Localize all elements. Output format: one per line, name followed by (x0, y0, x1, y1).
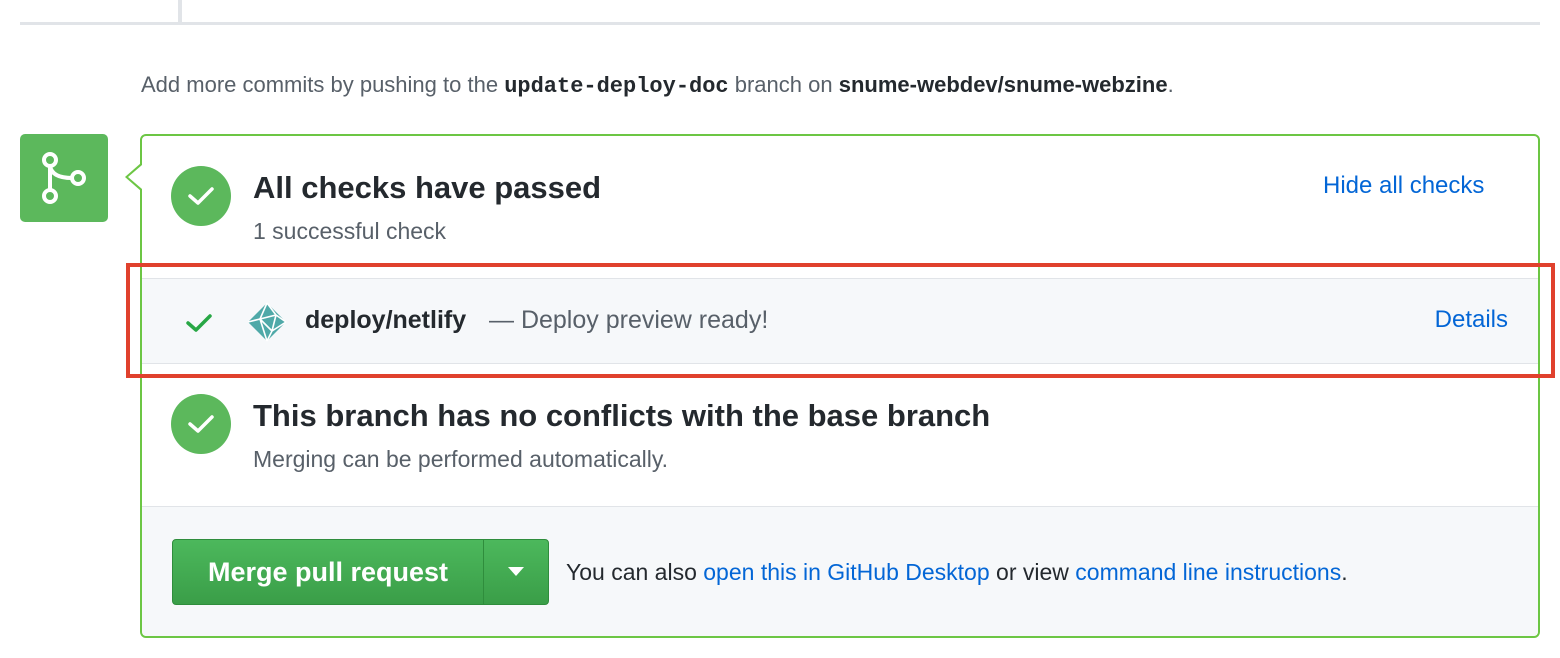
merge-footer: Merge pull request You can also open thi… (142, 506, 1538, 636)
caret-down-icon (508, 567, 524, 576)
no-conflicts-icon (171, 394, 231, 454)
highlight-annotation (126, 263, 1555, 378)
branch-name: update-deploy-doc (504, 74, 729, 99)
github-desktop-link[interactable]: open this in GitHub Desktop (703, 559, 989, 585)
alternative-merge-note: You can also open this in GitHub Desktop… (566, 559, 1348, 586)
git-merge-icon (42, 152, 86, 204)
merge-options-dropdown[interactable] (483, 539, 549, 605)
repo-name: snume-webdev/snume-webzine (838, 72, 1168, 97)
timeline-line (178, 0, 182, 24)
checks-subtitle: 1 successful check (253, 218, 447, 244)
also-middle: or view (996, 559, 1069, 585)
checks-title: All checks have passed (253, 170, 602, 205)
conflicts-title: This branch has no conflicts with the ba… (253, 398, 991, 433)
merge-badge (20, 134, 108, 222)
push-note: Add more commits by pushing to the updat… (141, 72, 1174, 99)
merge-pull-request-button[interactable]: Merge pull request (172, 539, 484, 605)
check-icon (188, 415, 214, 433)
command-line-link[interactable]: command line instructions (1075, 559, 1341, 585)
push-note-prefix: Add more commits by pushing to the (141, 72, 499, 97)
hide-all-checks-link[interactable]: Hide all checks (1323, 172, 1484, 200)
check-icon (188, 187, 214, 205)
also-suffix: . (1341, 559, 1348, 585)
checks-passed-icon (171, 166, 231, 226)
timeline-divider (20, 22, 1540, 25)
also-prefix: You can also (566, 559, 697, 585)
push-note-suffix: . (1167, 72, 1174, 97)
conflicts-subtitle: Merging can be performed automatically. (253, 446, 669, 472)
push-note-middle: branch on (734, 72, 833, 97)
